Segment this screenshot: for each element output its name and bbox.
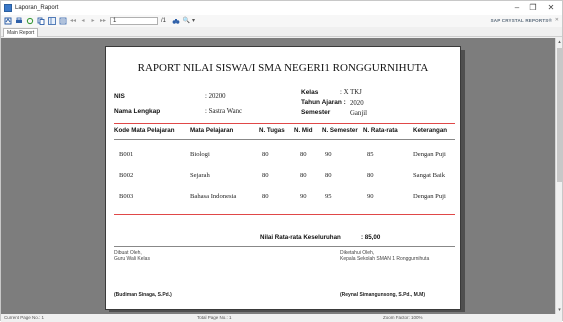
principal-signature-line2: Kepala Sekolah SMAN 1 Ronggurnihuta — [340, 256, 430, 262]
cell-semester: 95 — [325, 193, 332, 200]
table-header-divider — [114, 139, 455, 140]
zoom-dropdown-icon[interactable]: ▾ — [191, 17, 196, 26]
homeroom-teacher-name: (Budiman Sinaga, S.Pd.) — [114, 292, 172, 298]
print-icon[interactable] — [14, 17, 23, 26]
report-page: RAPORT NILAI SISWA/I SMA NEGERI1 RONGGUR… — [105, 46, 461, 310]
binoculars-icon[interactable] — [171, 17, 180, 26]
tahun-value: 2020 — [350, 100, 364, 107]
kelas-label: Kelas — [301, 89, 319, 96]
column-header-rata: N. Rata-rata — [363, 127, 398, 134]
cell-keterangan: Dengan Puji — [413, 151, 446, 158]
app-icon — [4, 4, 12, 12]
copy-icon[interactable] — [36, 17, 45, 26]
column-header-semester: N. Semester — [322, 127, 358, 134]
page-total: /1 — [161, 18, 167, 24]
name-label: Nama Lengkap — [114, 108, 161, 115]
tab-main-report[interactable]: Main Report — [3, 28, 39, 37]
overall-average-label: Nilai Rata-rata Keseluruhan — [260, 234, 341, 241]
footer-divider — [114, 246, 455, 247]
status-total-pages: Total Page No.: 1 — [197, 315, 232, 320]
cell-keterangan: Dengan Puji — [413, 193, 446, 200]
column-header-kode: Kode Mata Pelajaran — [114, 127, 175, 134]
next-page-icon[interactable]: ▸ — [89, 17, 97, 26]
minimize-button[interactable]: – — [510, 2, 524, 14]
page-number-input[interactable]: 1 — [110, 17, 158, 25]
nis-label: NIS — [114, 93, 125, 100]
last-page-icon[interactable]: ▸▸ — [99, 17, 107, 26]
cell-keterangan: Sangat Baik — [413, 172, 446, 179]
report-toolbar: ◂◂ ◂ ▸ ▸▸ 1 /1 🔍 ▾ — [1, 15, 562, 27]
cell-kode: B003 — [119, 193, 134, 200]
report-title: RAPORT NILAI SISWA/I SMA NEGERI1 RONGGUR… — [137, 62, 429, 74]
cell-tugas: 80 — [262, 151, 269, 158]
cell-rata: 90 — [367, 193, 374, 200]
cell-mapel: Bahasa Indonesia — [190, 193, 237, 200]
report-viewer-window: Laporan_Raport – ❐ ✕ ◂◂ ◂ ▸ ▸▸ 1 /1 🔍 ▾ … — [0, 0, 563, 322]
tahun-label: Tahun Ajaran : — [301, 99, 346, 106]
column-header-mid: N. Mid — [294, 127, 313, 134]
scroll-up-icon[interactable]: ▴ — [556, 39, 563, 45]
vertical-scrollbar[interactable]: ▴ ▾ — [555, 38, 562, 314]
column-header-mapel: Mata Pelajaran — [190, 127, 234, 134]
cell-semester: 90 — [325, 151, 332, 158]
maximize-button[interactable]: ❐ — [526, 2, 540, 14]
parameter-panel-icon[interactable] — [58, 17, 67, 26]
cell-mapel: Biologi — [190, 151, 210, 158]
name-value: : Sastra Wanc — [205, 108, 243, 115]
kelas-value: : X TKJ — [340, 89, 362, 96]
brand-label: SAP CRYSTAL REPORTS® — [490, 18, 552, 23]
close-button[interactable]: ✕ — [544, 2, 558, 14]
cell-kode: B001 — [119, 151, 134, 158]
cell-tugas: 80 — [262, 193, 269, 200]
status-zoom-factor: Zoom Factor: 100% — [383, 315, 423, 320]
scrollbar-thumb[interactable] — [557, 48, 562, 182]
principal-name: (Reynal Simangunsong, S.Pd., M.M) — [340, 292, 426, 298]
cell-mid: 80 — [300, 172, 307, 179]
cell-kode: B002 — [119, 172, 134, 179]
column-header-keterangan: Keterangan — [413, 127, 448, 134]
cell-mid: 80 — [300, 151, 307, 158]
table-bottom-divider — [114, 214, 455, 215]
cell-tugas: 80 — [262, 172, 269, 179]
semester-label: Semester — [301, 109, 331, 116]
previous-page-icon[interactable]: ◂ — [79, 17, 87, 26]
title-bar: Laporan_Raport – ❐ ✕ — [1, 1, 562, 15]
column-header-tugas: N. Tugas — [259, 127, 285, 134]
group-tree-icon[interactable] — [47, 17, 56, 26]
overall-average-value: : 85,00 — [361, 234, 381, 241]
brand-close-icon[interactable]: ✕ — [555, 17, 559, 23]
status-current-page: Current Page No.: 1 — [4, 315, 45, 320]
nis-value: : 20200 — [205, 93, 226, 100]
export-icon[interactable] — [3, 17, 12, 26]
cell-rata: 85 — [367, 151, 374, 158]
cell-mid: 90 — [300, 193, 307, 200]
semester-value: Ganjil — [350, 110, 367, 117]
homeroom-signature-line2: Guru Wali Kelas — [114, 256, 150, 262]
first-page-icon[interactable]: ◂◂ — [69, 17, 77, 26]
header-divider — [114, 123, 455, 124]
scroll-down-icon[interactable]: ▾ — [556, 307, 563, 313]
zoom-icon[interactable]: 🔍 — [182, 17, 191, 26]
report-canvas: RAPORT NILAI SISWA/I SMA NEGERI1 RONGGUR… — [1, 38, 555, 314]
refresh-icon[interactable] — [25, 17, 34, 26]
cell-semester: 80 — [325, 172, 332, 179]
window-title: Laporan_Raport — [15, 5, 59, 11]
tab-bar: Main Report — [1, 27, 562, 37]
cell-rata: 80 — [367, 172, 374, 179]
cell-mapel: Sejarah — [190, 172, 210, 179]
